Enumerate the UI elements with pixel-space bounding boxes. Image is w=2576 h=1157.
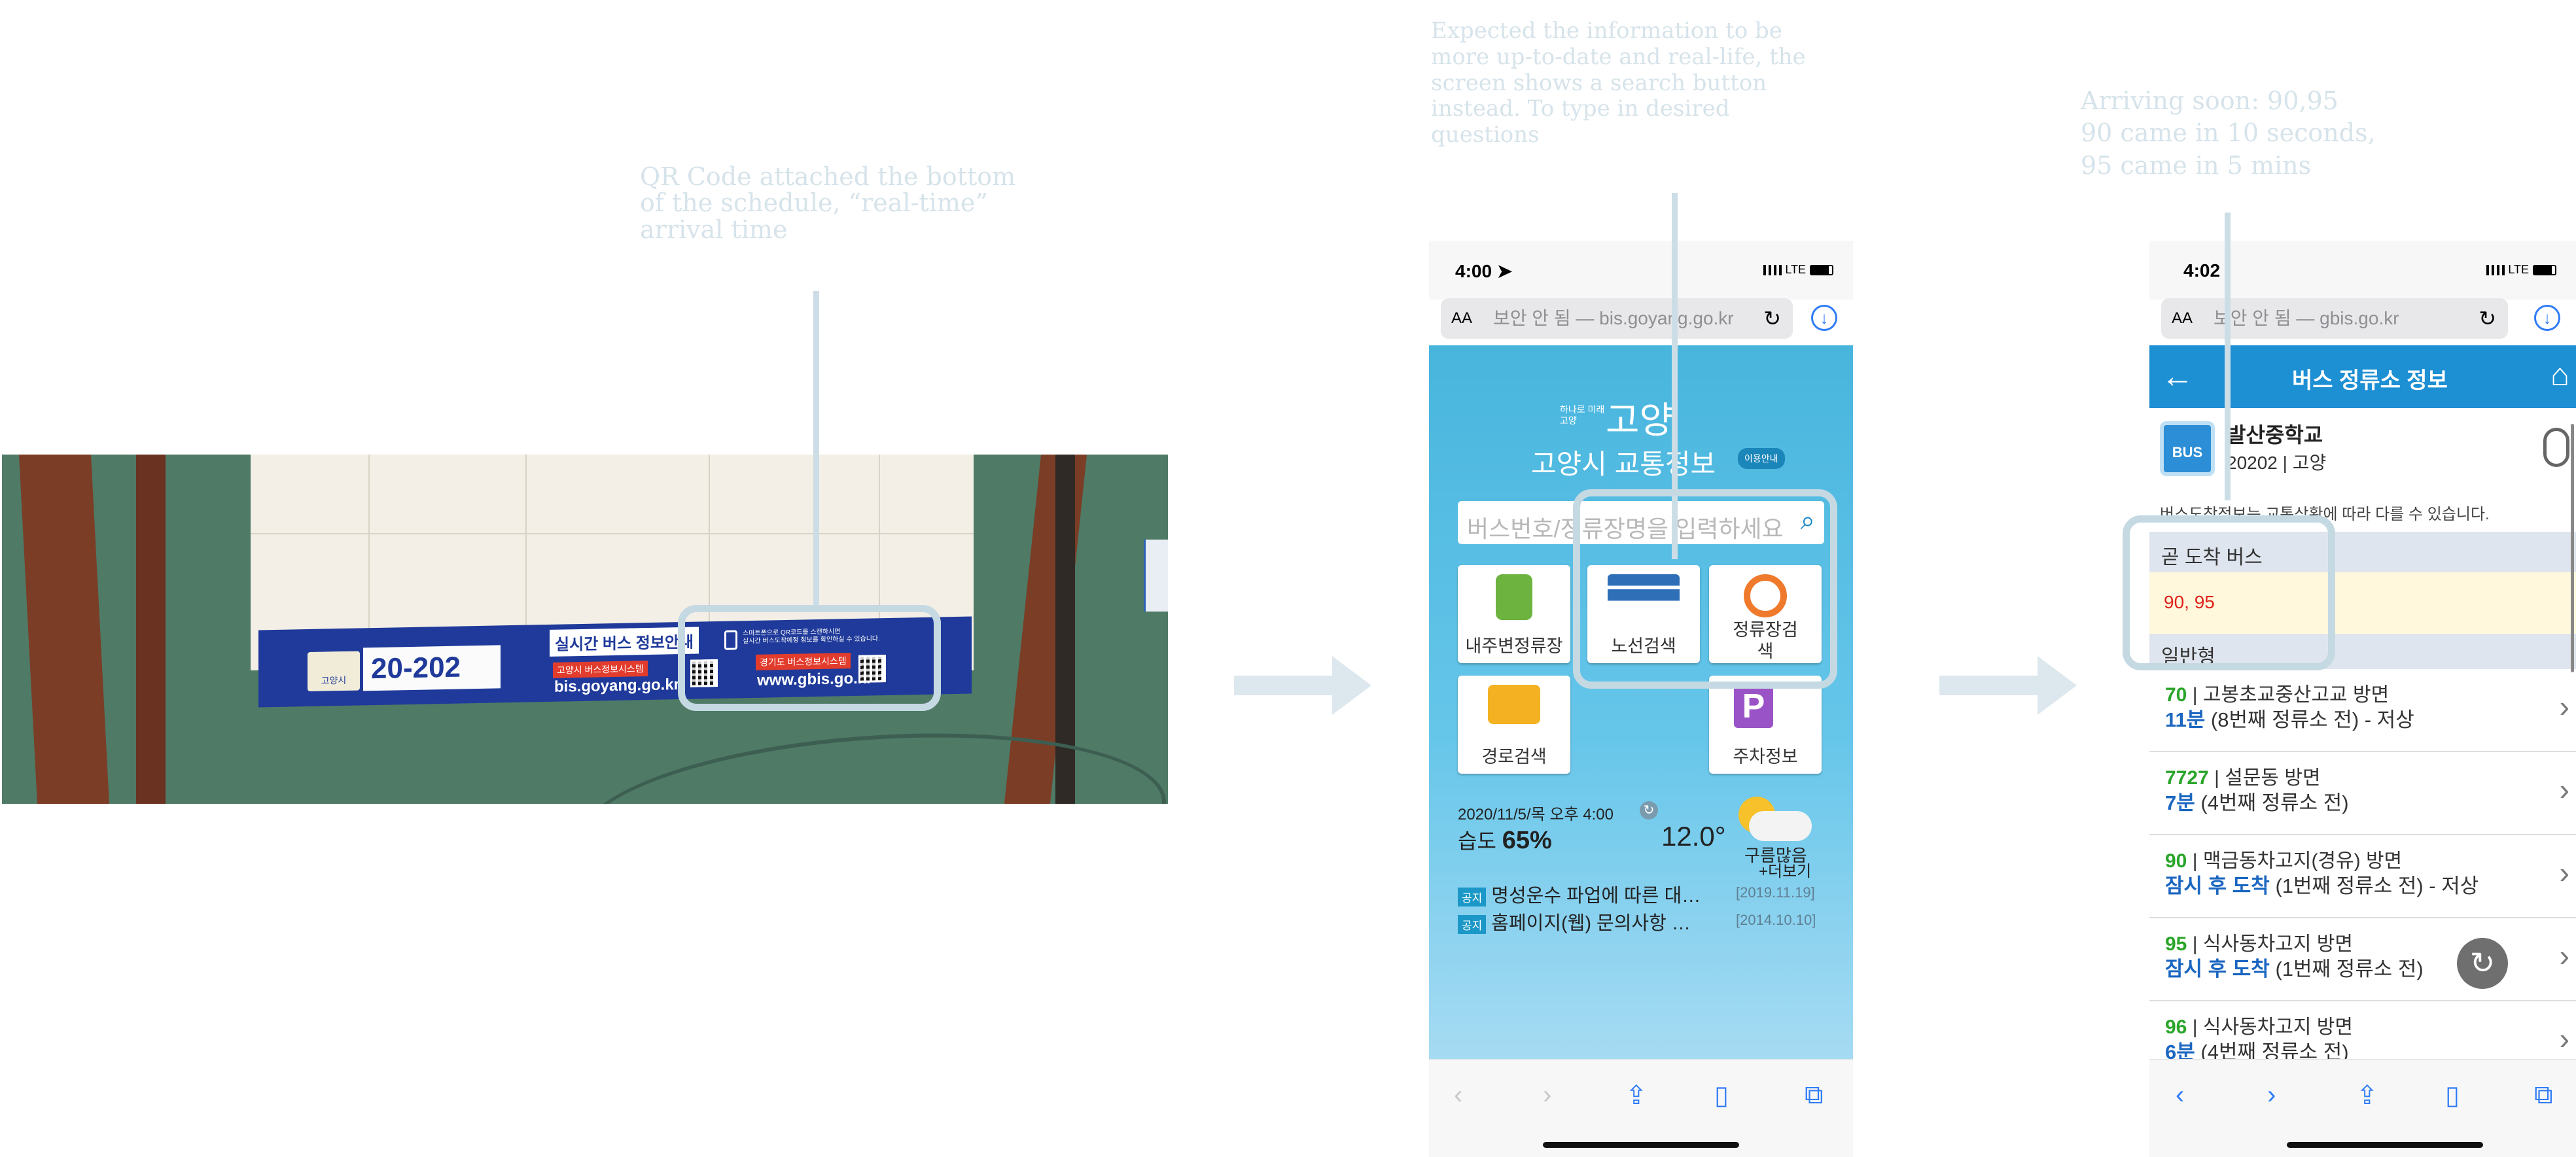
route-row[interactable]: 70 | 고봉초교중산고교 방면 11분 (8번째 정류소 전) - 저상 ›	[2149, 669, 2576, 752]
more-link[interactable]: +더보기	[1759, 858, 1811, 881]
home-indicator	[1543, 1142, 1739, 1148]
slogan: 하나로 미래 고양	[1560, 404, 1605, 426]
address-bar[interactable]: AA 보안 안 됨 — bis.goyang.go.kr ↻	[1441, 298, 1793, 339]
map-pin-icon[interactable]	[2543, 428, 2569, 467]
route-search-highlight	[1573, 489, 1837, 689]
tabs-icon[interactable]: ⧉	[2534, 1080, 2553, 1110]
battery-icon	[2533, 265, 2556, 276]
weather-cloud-icon	[1733, 797, 1812, 842]
banner-url-1: bis.goyang.go.kr/	[554, 675, 684, 696]
bookmarks-icon[interactable]: ▯	[1714, 1080, 1729, 1111]
route-row[interactable]: 90 | 맥금동차고지(경유) 방면 잠시 후 도착 (1번째 정류소 전) -…	[2149, 835, 2576, 918]
scrollbar[interactable]	[2571, 424, 2574, 672]
route-row[interactable]: 95 | 식사동차고지 방면 잠시 후 도착 (1번째 정류소 전) › ↻	[2149, 918, 2576, 1001]
parking-icon: P	[1734, 685, 1773, 728]
banner-title: 실시간 버스 정보안내	[550, 627, 699, 657]
reload-icon[interactable]: ↻	[2479, 298, 2496, 339]
forward-icon[interactable]: ›	[2267, 1080, 2276, 1110]
notice-item[interactable]: 공지 홈페이지(웹) 문의사항 … [2014.10.10]	[1458, 908, 1816, 935]
stop-number: 20-202	[363, 645, 501, 691]
qr-highlight	[678, 605, 941, 711]
stop-name: 발산중학교	[2227, 423, 2323, 447]
download-icon[interactable]: ↓	[1811, 305, 1837, 331]
chevron-right-icon: ›	[2559, 939, 2569, 973]
status-bar: 4:02 LTE	[2149, 241, 2576, 300]
datetime: 2020/11/5/목 오후 4:00	[1458, 806, 1614, 823]
text-size-button[interactable]: AA	[1451, 298, 1472, 339]
download-icon[interactable]: ↓	[2534, 305, 2560, 331]
arriving-caption: Arriving soon: 90,95 90 came in 10 secon…	[2081, 86, 2376, 180]
page-header: ← 버스 정류소 정보 ⌂	[2149, 345, 2576, 408]
goyang-logo: 고양	[1606, 400, 1674, 442]
bookmarks-icon[interactable]: ▯	[2445, 1080, 2460, 1111]
bus-path-icon	[1488, 685, 1540, 724]
bis-home-content: 하나로 미래 고양 고양 고양시 교통정보 이용안내 버스번호/정류장명을 입력…	[1429, 345, 1853, 1059]
safari-toolbar: ‹ › ⇪ ▯ ⧉	[2149, 1059, 2576, 1157]
status-time: 4:00 ➤	[1455, 261, 1513, 281]
tabs-icon[interactable]: ⧉	[1805, 1080, 1824, 1110]
qr-pointer-line	[813, 291, 819, 608]
stop-code: 20202 | 고양	[2227, 453, 2327, 473]
chevron-right-icon: ›	[2559, 855, 2569, 889]
qr-caption: QR Code attached the bottom of the sched…	[640, 162, 1016, 244]
home-indicator	[2287, 1142, 2483, 1148]
tile-path-search[interactable]: 경로검색	[1458, 676, 1570, 774]
stop-info: BUS 발산중학교 20202 | 고양	[2149, 408, 2576, 493]
tile-nearby-stops[interactable]: 내주변정류장	[1458, 565, 1570, 663]
chevron-right-icon: ›	[2559, 772, 2569, 806]
url-text: 보안 안 됨 — gbis.go.kr	[2214, 308, 2399, 328]
refresh-fab-icon[interactable]: ↻	[2457, 938, 2508, 989]
status-bar: 4:00 ➤ LTE	[1429, 241, 1853, 300]
share-icon[interactable]: ⇪	[1625, 1080, 1648, 1111]
address-bar[interactable]: AA 보안 안 됨 — gbis.go.kr ↻	[2161, 298, 2508, 339]
notice-item[interactable]: 공지 명성운수 파업에 따른 대… [2019.11.19]	[1458, 880, 1815, 908]
flow-arrow-1	[1234, 656, 1371, 715]
text-size-button[interactable]: AA	[2172, 298, 2193, 339]
flow-arrow-2	[1939, 656, 2077, 715]
humidity: 습도 65%	[1458, 827, 1552, 854]
chevron-right-icon: ›	[2559, 1022, 2569, 1056]
temperature: 12.0°	[1661, 821, 1726, 852]
tile-parking[interactable]: P 주차정보	[1709, 676, 1822, 774]
signal-indicator: LTE	[2486, 263, 2556, 277]
banner-red-label-1: 고양시 버스정보시스템	[553, 661, 648, 678]
url-text: 보안 안 됨 — bis.goyang.go.kr	[1493, 308, 1734, 328]
signal-indicator: LTE	[1763, 263, 1833, 277]
arriving-pointer-line	[2225, 213, 2231, 500]
forward-icon[interactable]: ›	[1543, 1080, 1551, 1110]
bus-stop-icon	[1496, 574, 1532, 620]
left-beam	[19, 455, 109, 804]
home-icon[interactable]: ⌂	[2550, 357, 2569, 393]
chevron-right-icon: ›	[2559, 689, 2569, 723]
search-caption: Expected the information to be more up-t…	[1431, 18, 1806, 148]
share-icon[interactable]: ⇪	[2356, 1080, 2378, 1111]
route-row[interactable]: 7727 | 설문동 방면 7분 (4번째 정류소 전) ›	[2149, 752, 2576, 835]
back-arrow-icon[interactable]: ←	[2161, 357, 2194, 395]
reload-icon[interactable]: ↻	[1763, 298, 1781, 339]
back-icon[interactable]: ‹	[2176, 1080, 2184, 1110]
page-title: 버스 정류소 정보	[2292, 368, 2448, 393]
phone-goyang-bis: 4:00 ➤ LTE AA 보안 안 됨 — bis.goyang.go.kr …	[1429, 241, 1853, 1157]
bus-stop-photo: 고양시 20-202 실시간 버스 정보안내 고양시 버스정보시스템 bis.g…	[2, 455, 1168, 804]
battery-icon	[1810, 265, 1833, 276]
phone-gbis-stop: 4:02 LTE AA 보안 안 됨 — gbis.go.kr ↻ ↓ ← 버스…	[2149, 241, 2576, 1157]
status-time: 4:02	[2183, 260, 2221, 281]
bus-icon: BUS	[2160, 421, 2215, 476]
guide-badge[interactable]: 이용안내	[1738, 448, 1785, 469]
site-title: 고양시 교통정보	[1531, 449, 1716, 479]
back-icon[interactable]: ‹	[1454, 1080, 1462, 1110]
arriving-highlight	[2123, 515, 2335, 670]
safari-toolbar: ‹ › ⇪ ▯ ⧉	[1429, 1059, 1853, 1157]
refresh-icon[interactable]: ↻	[1640, 801, 1658, 820]
goyang-logo: 고양시	[308, 651, 360, 692]
